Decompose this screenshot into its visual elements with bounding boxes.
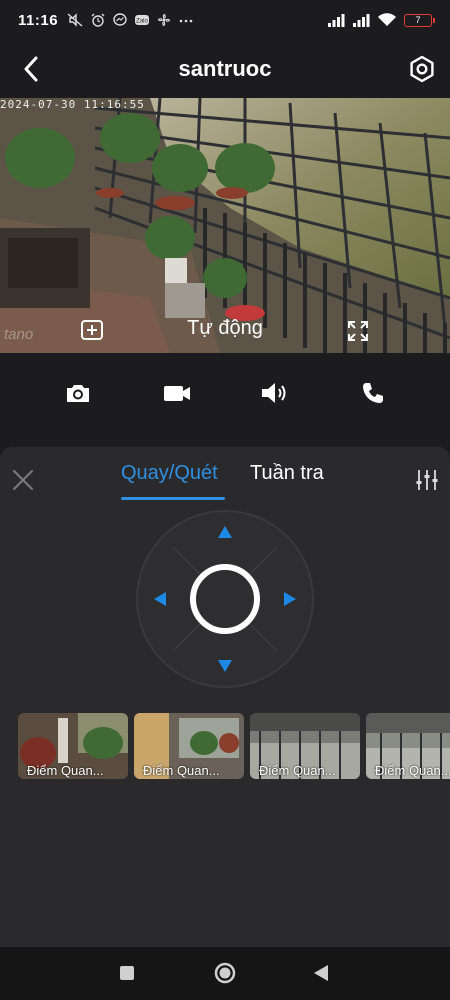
ptz-joystick[interactable] bbox=[135, 509, 315, 689]
back-button[interactable] bbox=[16, 52, 46, 86]
sliders-icon bbox=[416, 470, 438, 490]
preset-list: Điểm Quan... Điểm Quan... Điểm Quan... Đ… bbox=[18, 713, 450, 781]
battery-level: 7 bbox=[415, 15, 421, 25]
stream-mode-label[interactable]: Tự động bbox=[0, 317, 450, 340]
hexagon-gear-icon bbox=[410, 55, 434, 83]
adjust-button[interactable] bbox=[414, 467, 440, 493]
camera-icon bbox=[67, 385, 89, 402]
back-icon bbox=[314, 965, 328, 981]
camera-toolbar bbox=[0, 353, 450, 431]
snapshot-button[interactable] bbox=[60, 375, 96, 411]
arrow-down-icon[interactable] bbox=[218, 660, 232, 672]
ptz-panel: Quay/Quét Tuần tra Điểm Quan... Điểm Qua… bbox=[0, 447, 450, 947]
preset-item[interactable]: Điểm Quan... bbox=[366, 713, 450, 779]
preset-label: Điểm Quan... bbox=[143, 763, 220, 778]
add-box-icon bbox=[81, 320, 103, 340]
preset-item[interactable]: Điểm Quan... bbox=[250, 713, 360, 779]
video-record-icon bbox=[164, 386, 190, 401]
tab-patrol[interactable]: Tuần tra bbox=[250, 462, 324, 485]
app-header: santruoc bbox=[0, 40, 450, 98]
home-button[interactable] bbox=[212, 960, 238, 986]
active-tab-indicator bbox=[121, 497, 225, 500]
preset-item[interactable]: Điểm Quan... bbox=[134, 713, 244, 779]
zalo-icon: Zalo bbox=[135, 15, 150, 25]
talk-button[interactable] bbox=[355, 375, 391, 411]
signal-icon bbox=[353, 14, 370, 27]
fullscreen-icon bbox=[348, 321, 368, 341]
status-time: 11:16 bbox=[18, 11, 59, 29]
recent-apps-button[interactable] bbox=[114, 960, 140, 986]
settings-button[interactable] bbox=[406, 52, 438, 86]
system-nav-bar bbox=[0, 947, 450, 1000]
fan-icon bbox=[158, 14, 170, 26]
back-nav-button[interactable] bbox=[308, 960, 334, 986]
mute-icon bbox=[67, 13, 83, 27]
arrow-left-icon[interactable] bbox=[154, 592, 166, 606]
page-title: santruoc bbox=[178, 56, 272, 81]
chevron-left-icon bbox=[24, 56, 38, 82]
close-icon bbox=[12, 469, 34, 491]
status-bar: 11:16 Zalo 7 bbox=[0, 0, 450, 40]
audio-button[interactable] bbox=[256, 375, 292, 411]
preset-label: Điểm Quan... bbox=[27, 763, 104, 778]
arrow-right-icon[interactable] bbox=[284, 592, 296, 606]
preset-item[interactable]: Điểm Quan... bbox=[18, 713, 128, 779]
preset-label: Điểm Quan... bbox=[375, 763, 450, 778]
camera-live-view[interactable]: 2024-07-30 11:16:55 tano Tự động bbox=[0, 98, 450, 353]
messenger-icon bbox=[113, 13, 127, 26]
zoom-button[interactable] bbox=[80, 319, 104, 341]
phone-icon bbox=[363, 383, 383, 403]
wifi-icon bbox=[378, 13, 396, 26]
video-controls: Tự động bbox=[0, 315, 450, 345]
home-icon bbox=[214, 962, 236, 984]
status-system-icons: 7 bbox=[327, 13, 435, 27]
video-timestamp: 2024-07-30 11:16:55 bbox=[0, 98, 145, 111]
speaker-icon bbox=[262, 383, 286, 403]
close-panel-button[interactable] bbox=[10, 467, 36, 493]
alarm-icon bbox=[91, 13, 105, 27]
recent-apps-icon bbox=[120, 966, 134, 980]
more-icon bbox=[179, 19, 193, 23]
preset-label: Điểm Quan... bbox=[259, 763, 336, 778]
battery-icon: 7 bbox=[404, 13, 435, 27]
arrow-up-icon[interactable] bbox=[218, 526, 232, 538]
tab-pan-tilt[interactable]: Quay/Quét bbox=[121, 462, 218, 485]
record-button[interactable] bbox=[159, 375, 195, 411]
svg-text:Zalo: Zalo bbox=[136, 19, 148, 25]
status-notification-icons: Zalo bbox=[67, 13, 194, 27]
signal-icon bbox=[328, 14, 345, 27]
fullscreen-button[interactable] bbox=[346, 319, 370, 343]
